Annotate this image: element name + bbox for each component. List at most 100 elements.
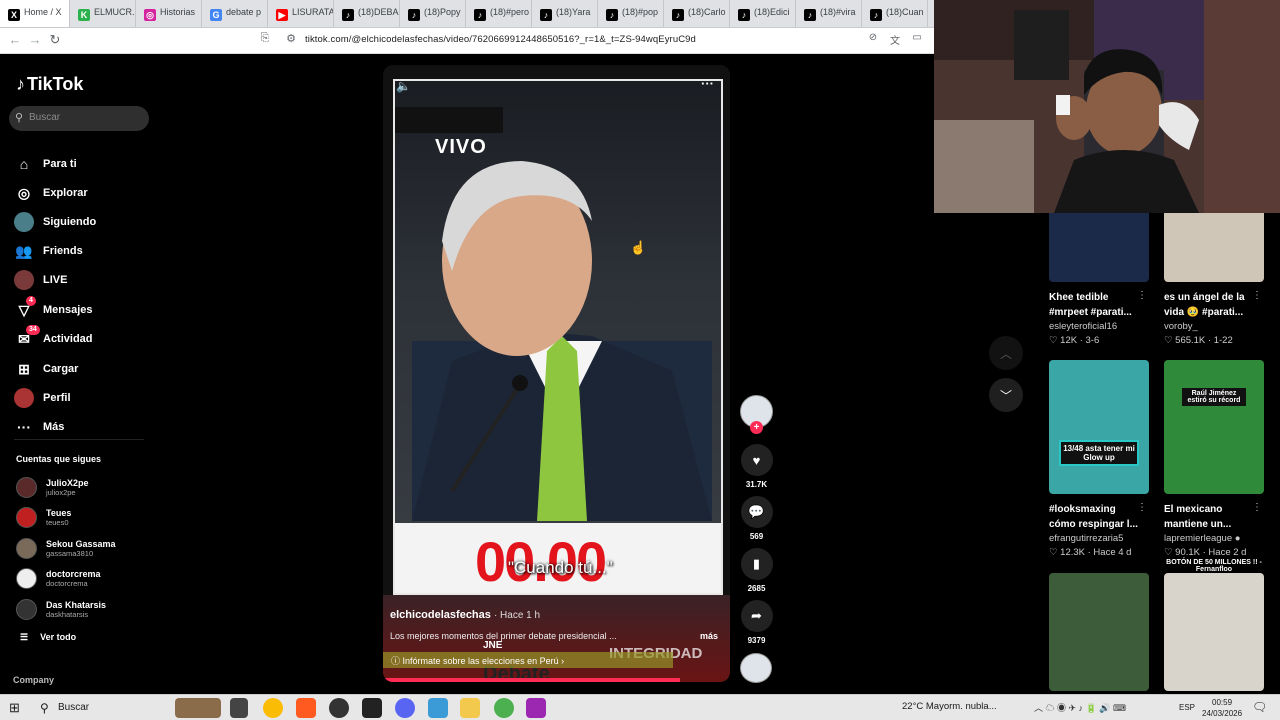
card-menu-icon[interactable]: ⋮ xyxy=(1137,290,1147,301)
bookmark-icon[interactable]: ⎘ xyxy=(256,32,274,45)
share-icon: ➦ xyxy=(740,600,773,632)
sidebar-item-mensajes[interactable]: ▽ 4 Mensajes xyxy=(14,296,93,320)
chevron-down-icon[interactable]: ﹀ xyxy=(989,378,1023,412)
suggested-video-card[interactable]: BOTÓN DE 50 MILLONES !! - Fernanfloo xyxy=(1164,559,1264,691)
card-menu-icon[interactable]: ⋮ xyxy=(1252,290,1262,301)
browser-tab[interactable]: Gdebate p xyxy=(202,0,268,27)
sidebar-item-live[interactable]: LIVE xyxy=(14,270,67,290)
author-name: elchicodelasfechas xyxy=(390,609,491,621)
capcut-icon[interactable] xyxy=(362,698,382,718)
follow-plus-icon[interactable]: + xyxy=(750,421,763,434)
card-author[interactable]: esleyteroficial16 xyxy=(1049,321,1149,332)
company-link[interactable]: Company xyxy=(13,675,54,685)
sidebar-item-para-ti[interactable]: ⌂ Para ti xyxy=(14,154,77,174)
tab-label: (18)Popy xyxy=(424,7,461,17)
browser-tab[interactable]: ♪ (18)#pero xyxy=(466,0,532,27)
video-author[interactable]: elchicodelasfechas · Hace 1 h xyxy=(390,609,540,621)
store-icon[interactable] xyxy=(428,698,448,718)
language-indicator[interactable]: ESP xyxy=(1179,703,1195,712)
following-item[interactable]: doctorcrema doctorcrema xyxy=(16,567,101,591)
back-icon[interactable]: ← xyxy=(6,32,24,47)
following-item[interactable]: Sekou Gassama gassama3810 xyxy=(16,536,116,560)
chrome-icon[interactable] xyxy=(263,698,283,718)
obs-icon[interactable] xyxy=(526,698,546,718)
browser-tab[interactable]: ♪ (18)Yara xyxy=(532,0,598,27)
reload-icon[interactable]: ↻ xyxy=(46,32,64,48)
browser-tab[interactable]: ♪ (18)#pop xyxy=(598,0,664,27)
card-author[interactable]: efrangutirrezaria5 xyxy=(1049,533,1149,544)
more-options-icon[interactable]: ··· xyxy=(701,76,714,91)
card-author[interactable]: voroby_ xyxy=(1164,321,1264,332)
suggested-video-card[interactable] xyxy=(1049,573,1149,691)
cast-icon[interactable]: ▭ xyxy=(908,32,926,43)
sidebar-item-friends[interactable]: 👥 Friends xyxy=(14,241,82,261)
sidebar-item-más[interactable]: ··· Más xyxy=(14,417,64,437)
browser-tab[interactable]: ♪ (18)Edici xyxy=(730,0,796,27)
volume-icon[interactable]: 🔈 xyxy=(396,79,411,93)
site-info-icon[interactable]: ⚙ xyxy=(282,32,300,45)
video-thumbnail[interactable] xyxy=(1049,573,1149,691)
brave-icon[interactable] xyxy=(296,698,316,718)
music-disc-icon[interactable] xyxy=(740,653,772,683)
url-field[interactable]: tiktok.com/@elchicodelasfechas/video/762… xyxy=(305,34,696,45)
tiktok-logo[interactable]: ♪ TikTok xyxy=(16,74,83,95)
clock[interactable]: 00:59 24/03/2026 xyxy=(1202,697,1242,719)
forward-icon[interactable]: → xyxy=(26,32,44,47)
browser-tab[interactable]: ▶ LISURATA xyxy=(268,0,334,27)
eye-off-icon[interactable]: ⊘ xyxy=(864,32,882,43)
taskbar-search[interactable]: ⚲ Buscar xyxy=(31,697,166,719)
windows-start-icon[interactable]: ⊞ xyxy=(9,700,20,716)
nav-icon: ⌂ xyxy=(19,156,29,172)
following-item[interactable]: Teues teues0 xyxy=(16,506,71,530)
video-player[interactable]: VIVO 00.00 "Cuando tú..." 🔈 ··· elchicod… xyxy=(383,65,730,682)
suggested-video-card[interactable]: es un ángel de la vida 🥹 #parati... ⋮ voro… xyxy=(1164,196,1264,346)
browser-tab[interactable]: K ELMUCR... xyxy=(70,0,136,27)
task-view-icon[interactable] xyxy=(230,698,248,718)
browser-tab[interactable]: ♪ (18)Carlo xyxy=(664,0,730,27)
browser-tab[interactable]: ♪ (18)Popy xyxy=(400,0,466,27)
browser-tab[interactable]: X Home / X xyxy=(0,0,70,27)
video-thumbnail[interactable]: BOTÓN DE 50 MILLONES !! - Fernanfloo xyxy=(1164,559,1264,691)
election-info-banner[interactable]: ⓘ Infórmate sobre las elecciones en Perú… xyxy=(383,652,673,668)
card-menu-icon[interactable]: ⋮ xyxy=(1252,502,1262,513)
following-item[interactable]: Das Khatarsis daskhatarsis xyxy=(16,597,106,621)
video-thumbnail[interactable]: Raúl Jiménez estiró su récord xyxy=(1164,360,1264,494)
sidebar-item-cargar[interactable]: ⊞ Cargar xyxy=(14,359,78,379)
video-thumbnail[interactable]: 13/48 asta tener mi Glow up xyxy=(1049,360,1149,494)
taskbar-widget-icon[interactable] xyxy=(175,698,221,718)
translate-icon[interactable]: 文 xyxy=(886,32,904,47)
see-all-button[interactable]: ☰ Ver todo xyxy=(20,632,76,643)
more-link[interactable]: más xyxy=(700,631,718,641)
share-button[interactable]: ➦ 9379 xyxy=(740,600,773,645)
browser-tab[interactable]: ♪ (18)Cuan xyxy=(862,0,928,27)
browser-tab[interactable]: ◎ Historias xyxy=(136,0,202,27)
video-progress[interactable] xyxy=(383,678,680,682)
comment-button[interactable]: 💬 569 xyxy=(740,496,773,541)
sidebar-item-siguiendo[interactable]: Siguiendo xyxy=(14,212,96,232)
suggested-video-card[interactable]: 13/48 asta tener mi Glow up #looksmaxing … xyxy=(1049,360,1149,558)
tab-favicon-icon: ♪ xyxy=(408,9,420,21)
browser-tab[interactable]: ♪ (18)DEBA xyxy=(334,0,400,27)
chevron-up-icon[interactable]: ︿ xyxy=(989,336,1023,370)
folder-icon[interactable] xyxy=(460,698,480,718)
discord-icon[interactable] xyxy=(395,698,415,718)
tray-icons[interactable]: ︿ ☁ ◉ ✈ ♪ 🔋 🔊 ⌨ xyxy=(1034,701,1126,714)
weather-widget[interactable]: 22°C Mayorm. nubla... xyxy=(902,701,997,712)
search-input[interactable]: ⚲ Buscar xyxy=(9,106,149,131)
following-item[interactable]: JulioX2pe juliox2pe xyxy=(16,475,89,499)
spotify-icon[interactable] xyxy=(494,698,514,718)
app-icon[interactable] xyxy=(329,698,349,718)
notification-icon[interactable]: 🗨 xyxy=(1252,700,1267,714)
sidebar-item-explorar[interactable]: ◎ Explorar xyxy=(14,183,88,203)
sidebar-item-perfil[interactable]: Perfil xyxy=(14,388,71,408)
sidebar-item-actividad[interactable]: ✉ 34 Actividad xyxy=(14,325,93,349)
search-icon: ⚲ xyxy=(15,112,24,124)
save-button[interactable]: ▮ 2685 xyxy=(740,548,773,593)
like-button[interactable]: ♥ 31.7K xyxy=(740,444,773,489)
card-menu-icon[interactable]: ⋮ xyxy=(1137,502,1147,513)
browser-tab[interactable]: ♪ (18)#vira xyxy=(796,0,862,27)
following-name: Sekou Gassama xyxy=(46,538,116,549)
suggested-video-card[interactable]: Raúl Jiménez estiró su récord El mexicano… xyxy=(1164,360,1264,558)
card-author[interactable]: lapremierleague ● xyxy=(1164,533,1264,544)
suggested-video-card[interactable]: Khee tedible #mrpeet #parati... ⋮ esleyter… xyxy=(1049,196,1149,346)
